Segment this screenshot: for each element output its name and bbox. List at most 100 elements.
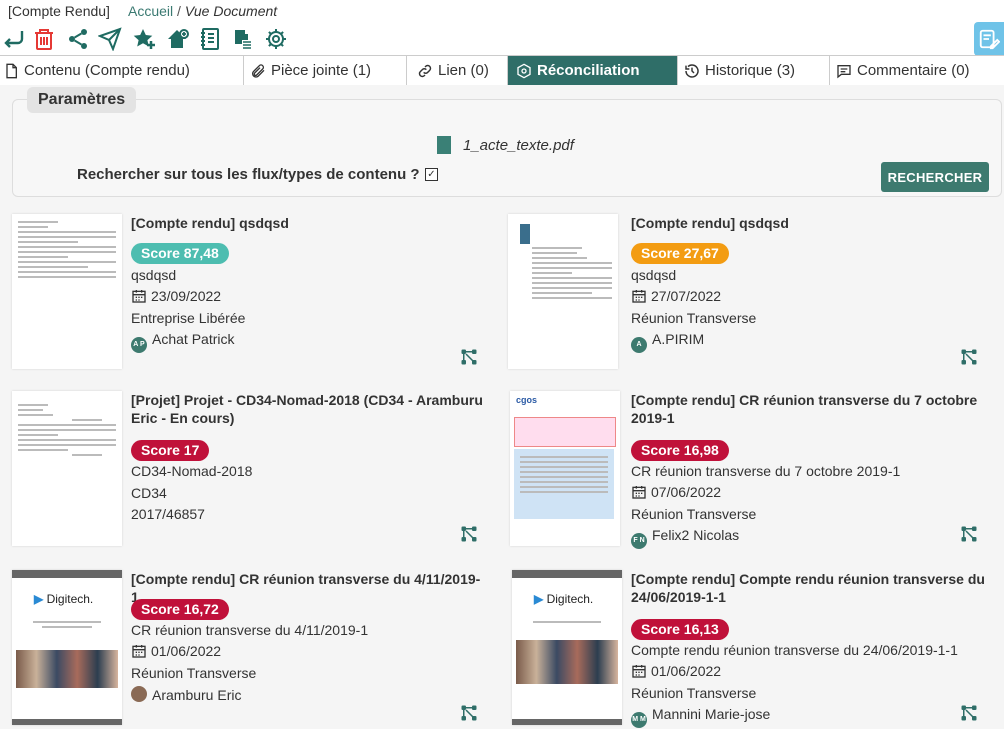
tab-bar: Contenu (Compte rendu) Pièce jointe (1) … xyxy=(0,55,1004,86)
send-icon[interactable] xyxy=(96,24,124,54)
author-name: Mannini Marie-jose xyxy=(652,706,771,722)
document-thumbnail[interactable] xyxy=(12,214,122,369)
result-author: A A.PIRIM xyxy=(631,331,704,353)
date-value: 23/09/2022 xyxy=(151,288,222,304)
digitech-logo: ▶ Digitech. xyxy=(534,592,594,606)
result-card[interactable]: ▶ Digitech. [Compte rendu] CR réunion tr… xyxy=(0,570,490,740)
author-name: Aramburu Eric xyxy=(152,687,242,703)
reconcile-link-icon[interactable] xyxy=(960,525,978,543)
result-card[interactable]: [Projet] Projet - CD34-Nomad-2018 (CD34 … xyxy=(0,391,490,561)
document-thumbnail[interactable]: ▶ Digitech. xyxy=(512,570,622,725)
edit-note-icon[interactable] xyxy=(974,22,1004,56)
result-card[interactable]: ▶ Digitech. [Compte rendu] Compte rendu … xyxy=(500,570,990,740)
result-title[interactable]: [Compte rendu] Compte rendu réunion tran… xyxy=(631,570,986,606)
tab-piece-jointe[interactable]: Pièce jointe (1) xyxy=(244,56,407,85)
star-add-icon[interactable] xyxy=(130,24,158,54)
trash-icon[interactable] xyxy=(30,24,58,54)
tab-commentaire[interactable]: Commentaire (0) xyxy=(830,56,1004,85)
share-icon[interactable] xyxy=(64,24,92,54)
result-organization: Réunion Transverse xyxy=(631,685,757,701)
reconcile-link-icon[interactable] xyxy=(460,348,478,366)
result-date: 07/06/2022 xyxy=(631,484,721,500)
avatar: A xyxy=(631,337,647,353)
result-card[interactable]: [Compte rendu] qsdqsd Score 27,67 qsdqsd… xyxy=(500,214,990,384)
tab-lien[interactable]: Lien (0) xyxy=(407,56,508,85)
result-organization: Entreprise Libérée xyxy=(131,310,246,326)
calendar-icon xyxy=(632,486,646,499)
author-name: A.PIRIM xyxy=(652,331,705,347)
reconciliation-panel: Paramètres 1_acte_texte.pdf Rechercher s… xyxy=(0,85,1004,729)
avatar: F N xyxy=(631,533,647,549)
author-name: Felix2 Nicolas xyxy=(652,527,740,543)
document-thumbnail[interactable]: ▶ Digitech. xyxy=(12,570,122,725)
breadcrumb: Accueil / Vue Document xyxy=(128,1,277,21)
source-filename[interactable]: 1_acte_texte.pdf xyxy=(463,137,574,154)
result-project-code: CD34-Nomad-2018 xyxy=(131,463,253,479)
result-author: F N Felix2 Nicolas xyxy=(631,527,739,549)
document-thumbnail[interactable]: cgos xyxy=(510,391,620,546)
search-all-checkbox[interactable]: ✓ xyxy=(425,168,438,181)
result-title[interactable]: [Compte rendu] CR réunion transverse du … xyxy=(631,391,986,427)
document-thumbnail[interactable] xyxy=(508,214,618,369)
tab-reconciliation[interactable]: Réconciliation xyxy=(508,56,678,85)
result-title[interactable]: [Projet] Projet - CD34-Nomad-2018 (CD34 … xyxy=(131,391,486,427)
calendar-icon xyxy=(632,290,646,303)
tab-historique[interactable]: Historique (3) xyxy=(678,56,830,85)
reconcile-link-icon[interactable] xyxy=(960,704,978,722)
tab-label: Pièce jointe (1) xyxy=(271,62,372,79)
result-entity: CD34 xyxy=(131,485,167,501)
result-title[interactable]: [Compte rendu] qsdqsd xyxy=(131,214,486,232)
score-badge: Score 16,13 xyxy=(631,619,729,640)
calendar-icon xyxy=(632,665,646,678)
source-file: 1_acte_texte.pdf xyxy=(437,136,574,154)
search-button[interactable]: RECHERCHER xyxy=(881,162,989,192)
result-date: 01/06/2022 xyxy=(631,663,721,679)
digitech-logo: ▶ Digitech. xyxy=(34,592,94,606)
result-date: 27/07/2022 xyxy=(631,288,721,304)
date-value: 27/07/2022 xyxy=(651,288,722,304)
result-subject: CR réunion transverse du 7 octobre 2019-… xyxy=(631,463,901,479)
result-organization: Réunion Transverse xyxy=(131,665,257,681)
date-value: 07/06/2022 xyxy=(651,484,722,500)
reconcile-link-icon[interactable] xyxy=(460,525,478,543)
document-icon xyxy=(6,63,17,78)
breadcrumb-home-link[interactable]: Accueil xyxy=(128,3,173,19)
result-author: A P Achat Patrick xyxy=(131,331,234,353)
reconcile-link-icon[interactable] xyxy=(960,348,978,366)
clipboard-list-icon[interactable] xyxy=(228,24,256,54)
digitech-logo-text: Digitech. xyxy=(46,592,94,606)
result-date: 01/06/2022 xyxy=(131,643,221,659)
result-card[interactable]: [Compte rendu] qsdqsd Score 87,48 qsdqsd… xyxy=(0,214,490,384)
tab-label: Lien (0) xyxy=(438,62,489,79)
back-icon[interactable] xyxy=(0,24,28,54)
result-organization: Réunion Transverse xyxy=(631,506,757,522)
breadcrumb-separator: / xyxy=(177,3,181,19)
result-title[interactable]: [Compte rendu] qsdqsd xyxy=(631,214,986,232)
link-icon xyxy=(418,64,432,77)
gear-icon[interactable] xyxy=(262,24,290,54)
document-type-label: [Compte Rendu] xyxy=(8,3,110,19)
result-card[interactable]: cgos [Compte rendu] CR réunion transvers… xyxy=(500,391,990,561)
tab-label: Historique (3) xyxy=(705,62,796,79)
home-add-icon[interactable] xyxy=(164,24,192,54)
paperclip-icon xyxy=(252,63,265,78)
reconcile-link-icon[interactable] xyxy=(460,704,478,722)
document-thumbnail[interactable] xyxy=(12,391,122,546)
breadcrumb-current: Vue Document xyxy=(184,3,278,19)
avatar: A P xyxy=(131,337,147,353)
notebook-icon[interactable] xyxy=(196,24,224,54)
calendar-icon xyxy=(132,645,146,658)
tab-contenu[interactable]: Contenu (Compte rendu) xyxy=(0,56,244,85)
digitech-logo-text: Digitech. xyxy=(546,592,594,606)
search-all-label: Rechercher sur tous les flux/types de co… xyxy=(77,166,420,183)
history-icon xyxy=(685,63,699,78)
calendar-icon xyxy=(132,290,146,303)
score-badge: Score 27,67 xyxy=(631,243,729,264)
parameters-title: Paramètres xyxy=(27,87,137,113)
result-subject: Compte rendu réunion transverse du 24/06… xyxy=(631,642,958,658)
score-badge: Score 16,72 xyxy=(131,599,229,620)
date-value: 01/06/2022 xyxy=(151,643,222,659)
result-author: M M Mannini Marie-jose xyxy=(631,706,770,728)
avatar: M M xyxy=(631,712,647,728)
top-bar: [Compte Rendu] Accueil / Vue Document xyxy=(0,0,1004,22)
